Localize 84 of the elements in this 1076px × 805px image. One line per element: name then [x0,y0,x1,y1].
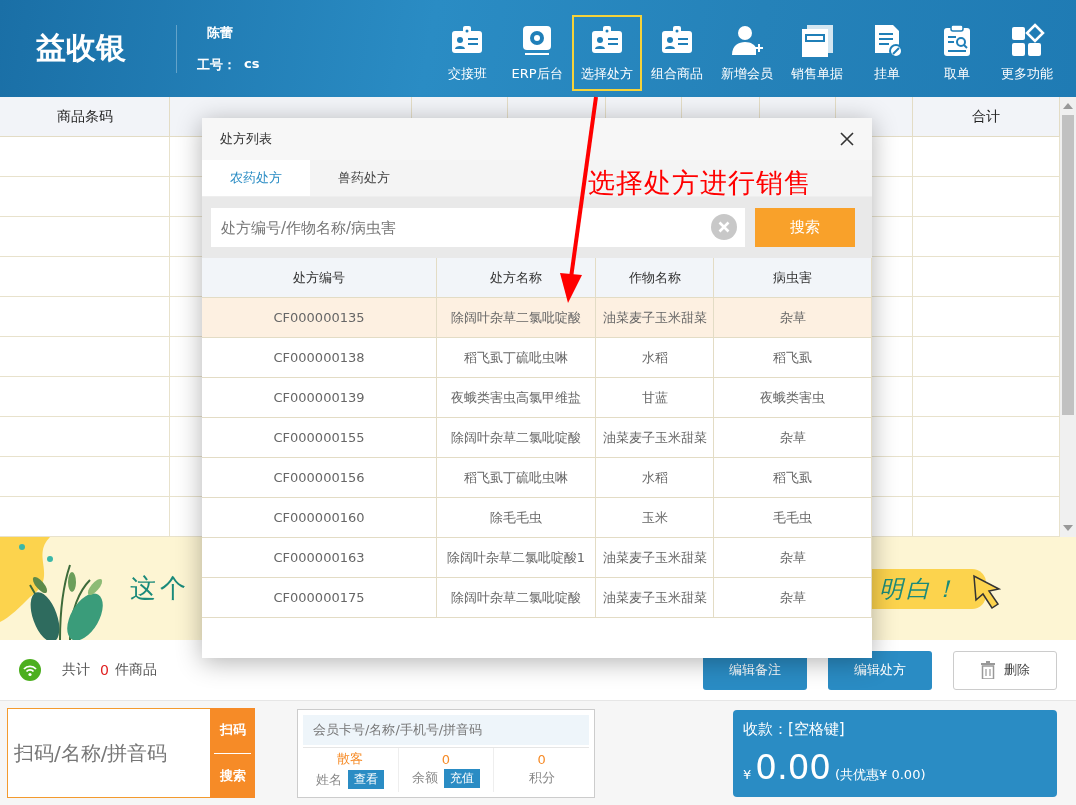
toolbar-button[interactable]: 组合商品 [642,14,712,91]
toolbar-button[interactable]: 取单 [922,14,992,91]
user-name: 陈蕾 [207,23,234,42]
member-stat-value: 0 [537,752,546,767]
trash-icon [980,661,996,679]
table-cell[interactable]: 水稻 [596,338,714,378]
table-cell[interactable]: 稻飞虱 [714,458,872,498]
table-cell[interactable]: 除毛毛虫 [437,498,596,538]
table-cell[interactable]: 杂草 [714,298,872,338]
scrollbar[interactable] [1060,97,1076,537]
table-cell[interactable]: 稻飞虱 [714,338,872,378]
table-cell[interactable]: 夜蛾类害虫高氯甲维盐 [437,378,596,418]
toolbar-button[interactable]: 选择处方 [572,14,642,91]
toolbar-button[interactable]: ERP后台 [502,14,572,91]
member-action-button[interactable]: 查看 [348,770,385,789]
table-cell[interactable]: 杂草 [714,418,872,458]
item-count: 0 [100,662,109,678]
member-stat-label: 余额 [412,769,438,787]
table-cell[interactable]: CF000000163 [202,538,437,578]
annotation-text: 选择处方进行销售 [588,166,812,200]
column-header: 商品条码 [0,97,170,137]
member-stat-value: 散客 [337,750,364,768]
table-cell[interactable]: CF000000155 [202,418,437,458]
column-header: 处方编号 [202,258,437,298]
table-cell[interactable]: 油菜麦子玉米甜菜 [596,418,714,458]
documents-icon [799,22,835,59]
table-cell[interactable]: 油菜麦子玉米甜菜 [596,298,714,338]
table-cell[interactable]: 杂草 [714,538,872,578]
payment-panel[interactable]: 收款：[空格键] ¥0.00(共优惠¥ 0.00) [733,709,1057,797]
member-search-field[interactable]: 会员卡号/名称/手机号/拼音码 [303,714,589,745]
toolbar-button[interactable]: 更多功能 [992,14,1062,91]
table-cell[interactable]: 杂草 [714,578,872,618]
search-field[interactable]: 处方编号/作物名称/病虫害 [211,208,745,247]
table-cell[interactable]: 夜蛾类害虫 [714,378,872,418]
employee-id-label: 工号： [197,55,236,74]
payment-amount: 0.00 [755,746,831,787]
app-logo: 益收银 [36,29,127,67]
total-label: 共计 [62,661,90,679]
wifi-icon [19,659,41,681]
payment-title: 收款：[空格键] [743,719,846,739]
tiles-icon [1009,22,1045,59]
table-cell[interactable]: CF000000138 [202,338,437,378]
member-action-button[interactable]: 充值 [444,768,480,788]
item-count-unit: 件商品 [114,661,157,679]
table-cell[interactable]: 除阔叶杂草二氯吡啶酸 [437,578,596,618]
member-stat-value: 0 [441,751,451,767]
dialog-tab[interactable]: 兽药处方 [310,160,418,196]
member-stat-label: 积分 [528,769,555,787]
table-cell[interactable]: 稻飞虱丁硫吡虫啉 [437,458,596,498]
table-cell[interactable]: CF000000160 [202,498,437,538]
table-cell[interactable]: 水稻 [596,458,714,498]
table-cell[interactable]: 除阔叶杂草二氯吡啶酸 [437,298,596,338]
member-stat-label: 姓名 [316,770,343,789]
clear-icon [711,214,737,240]
close-icon [840,132,854,146]
action-button[interactable]: 编辑处方 [828,650,932,690]
table-cell[interactable]: 除阔叶杂草二氯吡啶酸1 [437,538,596,578]
table-cell[interactable]: CF000000156 [202,458,437,498]
column-header: 处方名称 [437,258,596,298]
discount-text: (共优惠¥ 0.00) [835,765,926,784]
dialog-title: 处方列表 [220,130,272,148]
table-cell[interactable]: 油菜麦子玉米甜菜 [596,538,714,578]
table-cell[interactable]: CF000000175 [202,578,437,618]
dialog-tab[interactable]: 农药处方 [202,160,310,196]
banner-text: 这个 [130,572,190,605]
delete-button[interactable]: 删除 [953,650,1057,690]
toolbar-button[interactable]: 挂单 [852,14,922,91]
table-cell[interactable]: 玉米 [596,498,714,538]
table-cell[interactable]: 油菜麦子玉米甜菜 [596,578,714,618]
table-cell[interactable]: CF000000135 [202,298,437,338]
toolbar-button[interactable]: 新增会员 [712,14,782,91]
column-header: 合计 [913,97,1060,137]
toolbar-button[interactable]: 销售单据 [782,14,852,91]
column-header: 作物名称 [596,258,714,298]
table-cell[interactable]: 甘蓝 [596,378,714,418]
employee-id: cs [244,55,260,73]
scan-input-field[interactable]: 扫码/名称/拼音码 [7,708,210,798]
currency-symbol: ¥ [743,766,752,782]
table-cell[interactable]: 除阔叶杂草二氯吡啶酸 [437,418,596,458]
table-cell[interactable]: 毛毛虫 [714,498,872,538]
table-cell[interactable]: 稻飞虱丁硫吡虫啉 [437,338,596,378]
table-cell[interactable]: CF000000139 [202,378,437,418]
toolbar-button[interactable]: 交接班 [432,14,502,91]
column-header: 病虫害 [714,258,872,298]
